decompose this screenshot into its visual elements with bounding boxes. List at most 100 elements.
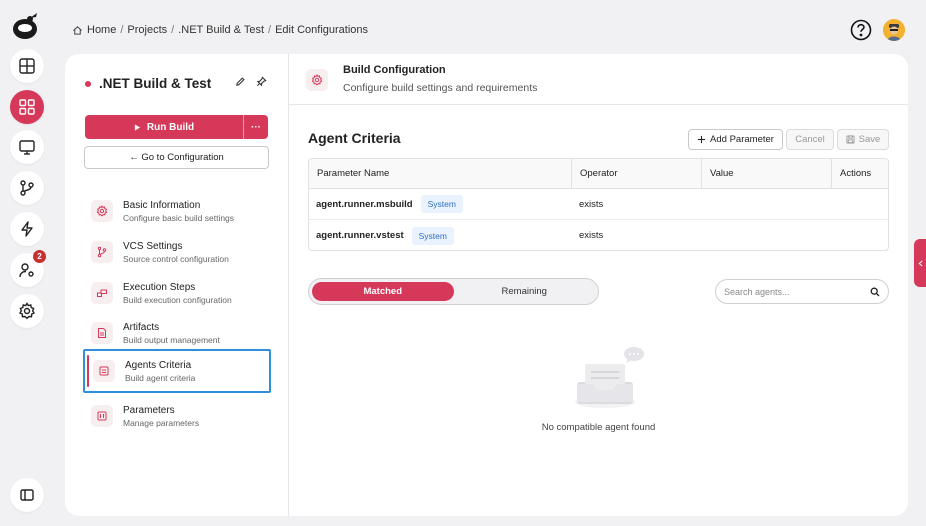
left-rail: 2 (0, 0, 52, 526)
rail-settings-button[interactable] (10, 294, 44, 328)
nav-title: VCS Settings (123, 240, 183, 252)
save-icon (846, 135, 855, 144)
table-row[interactable]: agent.runner.vstest System exists (309, 220, 888, 250)
section-title: Agent Criteria (308, 130, 401, 146)
column-header: Operator (572, 159, 702, 188)
content-header: Build Configuration Configure build sett… (289, 54, 908, 105)
add-parameter-label: Add Parameter (710, 134, 774, 145)
pin-icon[interactable] (256, 76, 267, 87)
breadcrumb-separator: / (171, 24, 175, 36)
run-build-label: Run Build (146, 121, 195, 133)
agent-icon (99, 366, 109, 376)
run-build-button[interactable]: Run Build (85, 115, 244, 139)
breadcrumb-separator: / (120, 24, 124, 36)
search-icon[interactable] (870, 287, 880, 297)
column-header: Actions (840, 168, 872, 179)
nav-item-agents-criteria[interactable]: Agents Criteria Build agent criteria (83, 349, 271, 393)
tab-matched[interactable]: Matched (312, 282, 454, 301)
system-tag: System (411, 226, 454, 245)
dashboard-icon (19, 58, 35, 74)
nav-subtitle: Source control configuration (123, 253, 229, 264)
rail-users-button[interactable]: 2 (10, 250, 46, 287)
nav-title: Artifacts (123, 321, 160, 333)
breadcrumb-project[interactable]: .NET Build & Test (178, 24, 264, 36)
user-gear-icon (19, 263, 34, 278)
projects-icon (19, 99, 35, 115)
project-tools (235, 76, 267, 87)
nav-subtitle: Build output management (123, 334, 220, 345)
steps-icon (97, 289, 107, 297)
gear-icon (18, 302, 36, 320)
nav-title: Basic Information (123, 199, 201, 211)
table-row[interactable]: agent.runner.msbuild System exists (309, 189, 888, 220)
status-dot (85, 80, 91, 87)
nav-title: Agents Criteria (125, 359, 192, 371)
nav-item-execution-steps[interactable]: Execution Steps Build execution configur… (91, 276, 281, 310)
side-panel-toggle[interactable] (914, 239, 926, 287)
rail-projects-button[interactable] (10, 90, 44, 124)
rail-vcs-button[interactable] (10, 171, 44, 205)
nav-item-parameters[interactable]: Parameters Manage parameters (91, 399, 281, 433)
content-panel: Build Configuration Configure build sett… (289, 54, 908, 516)
rail-collapse-button[interactable] (10, 478, 44, 512)
nav-subtitle: Manage parameters (123, 417, 200, 428)
branch-icon (97, 246, 107, 258)
lightning-icon (21, 221, 33, 237)
gear-icon (96, 205, 108, 217)
content-title: Build Configuration (343, 64, 446, 76)
main-card: .NET Build & Test Run Build ··· ← Go to … (65, 54, 908, 516)
search-agents-input[interactable] (724, 286, 870, 297)
rail-monitor-button[interactable] (10, 130, 44, 164)
config-sidebar: .NET Build & Test Run Build ··· ← Go to … (65, 54, 289, 516)
save-button[interactable]: Save (837, 129, 889, 150)
nav-subtitle: Configure basic build settings (123, 212, 235, 223)
user-avatar[interactable] (883, 19, 905, 41)
edit-icon[interactable] (235, 76, 246, 87)
save-label: Save (858, 134, 881, 145)
app-logo-icon[interactable] (10, 10, 42, 42)
criteria-table: Parameter Name Operator Value Actions ag… (308, 158, 889, 251)
nav-item-vcs-settings[interactable]: VCS Settings Source control configuratio… (91, 235, 281, 269)
help-icon[interactable] (850, 19, 872, 41)
rail-triggers-button[interactable] (10, 212, 44, 246)
search-box (715, 279, 889, 304)
play-icon (134, 123, 141, 131)
file-icon (98, 328, 106, 338)
agent-filter-toggle: Matched Remaining (308, 278, 599, 305)
parameter-name: agent.runner.msbuild (316, 198, 413, 210)
nav-subtitle: Build agent criteria (125, 372, 196, 383)
vcs-branch-icon (20, 180, 34, 196)
column-header: Value (702, 159, 832, 188)
breadcrumb-home[interactable]: Home (87, 24, 116, 36)
operator-cell: exists (579, 230, 604, 241)
tab-remaining[interactable]: Remaining (454, 282, 596, 301)
nav-item-artifacts[interactable]: Artifacts Build output management (91, 316, 281, 350)
add-parameter-button[interactable]: Add Parameter (688, 129, 783, 150)
gear-icon (311, 74, 323, 86)
breadcrumb: Home / Projects / .NET Build & Test / Ed… (72, 24, 368, 36)
column-header: Parameter Name (309, 159, 572, 188)
monitor-icon (19, 140, 35, 155)
nav-title: Parameters (123, 404, 175, 416)
avatar-icon (883, 19, 905, 41)
rail-dashboard-button[interactable] (10, 49, 44, 83)
project-title-text: .NET Build & Test (99, 76, 212, 91)
run-options-button[interactable]: ··· (244, 115, 268, 139)
nav-item-basic-information[interactable]: Basic Information Configure basic build … (91, 194, 281, 228)
run-build-button-group: Run Build ··· (85, 115, 268, 139)
operator-cell: exists (579, 198, 604, 210)
go-to-configuration-button[interactable]: ← Go to Configuration (84, 146, 269, 169)
project-title: .NET Build & Test (85, 76, 211, 91)
breadcrumb-projects[interactable]: Projects (127, 24, 167, 36)
table-header: Parameter Name Operator Value Actions (309, 159, 888, 189)
cancel-button[interactable]: Cancel (786, 129, 834, 150)
nav-subtitle: Build execution configuration (123, 294, 232, 305)
nav-title: Execution Steps (123, 281, 196, 293)
home-icon[interactable] (72, 25, 83, 36)
breadcrumb-current: Edit Configurations (275, 24, 369, 36)
breadcrumb-separator: / (268, 24, 272, 36)
params-icon (97, 411, 107, 421)
plus-icon (697, 135, 706, 144)
notification-badge: 2 (33, 250, 46, 263)
system-tag: System (420, 195, 463, 213)
